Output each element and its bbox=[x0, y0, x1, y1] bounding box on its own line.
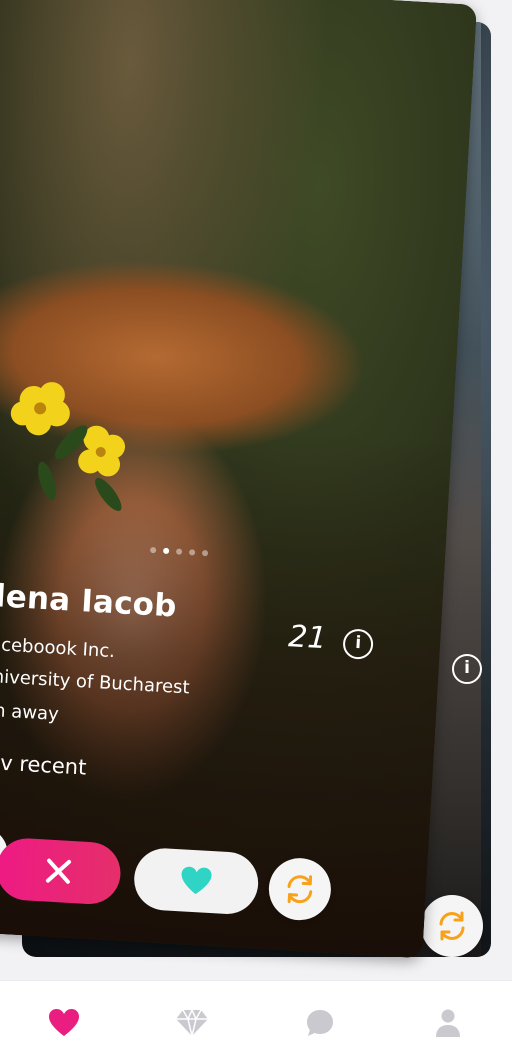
nav-premium[interactable] bbox=[160, 991, 224, 1055]
flower-photo-detail bbox=[10, 382, 126, 512]
chat-icon bbox=[307, 1009, 333, 1036]
photo-dot[interactable] bbox=[188, 549, 196, 556]
refresh-icon bbox=[287, 875, 313, 904]
photo-dot-active[interactable] bbox=[162, 547, 170, 555]
profile-distance: km away bbox=[0, 699, 60, 725]
nav-messages[interactable] bbox=[288, 991, 352, 1055]
heart-icon bbox=[49, 1008, 79, 1036]
heart-icon bbox=[181, 866, 212, 895]
photo-dot[interactable] bbox=[175, 548, 183, 555]
bottom-nav bbox=[0, 980, 512, 1064]
profile-icon bbox=[436, 1009, 460, 1037]
photo-dot[interactable] bbox=[149, 546, 157, 554]
nav-profile[interactable] bbox=[416, 991, 480, 1055]
profile-age: 21 bbox=[287, 619, 328, 657]
nope-button[interactable] bbox=[0, 836, 123, 906]
diamond-icon bbox=[176, 1007, 208, 1036]
close-icon bbox=[45, 858, 72, 884]
card-stack: i llena Iacob 21 i Faceboook Inc. Univer… bbox=[0, 0, 512, 980]
back-card-refresh-button[interactable] bbox=[421, 895, 483, 957]
refresh-icon bbox=[439, 911, 465, 941]
photo-dot[interactable] bbox=[201, 549, 209, 557]
back-card-info-icon[interactable]: i bbox=[452, 654, 482, 684]
profile-card[interactable]: llena Iacob 21 i Faceboook Inc. Universi… bbox=[0, 0, 478, 959]
like-button[interactable] bbox=[132, 846, 260, 916]
nav-matches[interactable] bbox=[32, 991, 96, 1055]
